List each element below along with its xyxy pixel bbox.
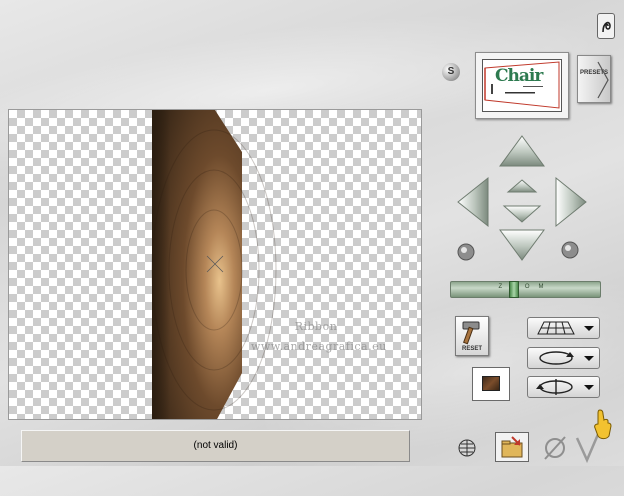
preview-canvas[interactable]: Ribbon www.andreagrafica.eu [8, 109, 422, 420]
move-down-small-icon[interactable] [502, 205, 542, 223]
hammer-icon [462, 321, 480, 345]
zoom-label: ZOOM [498, 284, 553, 290]
thumbnail-image: Chair [482, 59, 562, 112]
arrow-up-icon[interactable] [499, 135, 545, 167]
thumbnail-preview[interactable]: Chair [475, 52, 569, 119]
thumbnail-title: Chair [495, 66, 543, 86]
presets-button[interactable]: PRESETS [577, 55, 611, 103]
grid-mode-button[interactable] [527, 317, 600, 339]
cancel-icon[interactable] [541, 434, 569, 462]
arrow-left-icon[interactable] [457, 176, 489, 228]
arrow-down-icon[interactable] [499, 229, 545, 261]
rotate-right-icon[interactable] [561, 241, 579, 259]
flip-mode-icon [536, 379, 594, 395]
reset-label: RESET [461, 346, 482, 352]
pointing-hand-icon [594, 409, 612, 440]
grid-mode-icon [537, 321, 594, 335]
help-button[interactable] [597, 13, 615, 39]
zoom-slider-thumb[interactable] [509, 281, 519, 298]
help-icon [602, 21, 611, 33]
flip-mode-button[interactable] [527, 376, 600, 398]
watermark: Ribbon www.andreagrafica.eu [251, 320, 387, 353]
status-bar: (not valid) [21, 430, 410, 462]
texture-icon [482, 376, 500, 391]
wall-image [151, 110, 277, 419]
export-button[interactable] [495, 432, 529, 462]
s-button[interactable]: S [442, 63, 460, 81]
globe-icon[interactable] [457, 438, 477, 458]
arrow-right-icon[interactable] [555, 176, 587, 228]
reset-button[interactable]: RESET [455, 316, 489, 356]
s-circle-icon: S [447, 66, 455, 77]
rotate-mode-icon [539, 351, 594, 365]
texture-button[interactable] [472, 367, 510, 401]
rotate-left-icon[interactable] [457, 243, 475, 261]
presets-arrow-icon [597, 61, 609, 99]
navigation-pad [457, 135, 587, 261]
rotate-mode-button[interactable] [527, 347, 600, 369]
zoom-slider[interactable]: ZOOM [450, 281, 601, 298]
folder-export-icon [501, 436, 523, 458]
move-up-small-icon[interactable] [506, 179, 538, 193]
